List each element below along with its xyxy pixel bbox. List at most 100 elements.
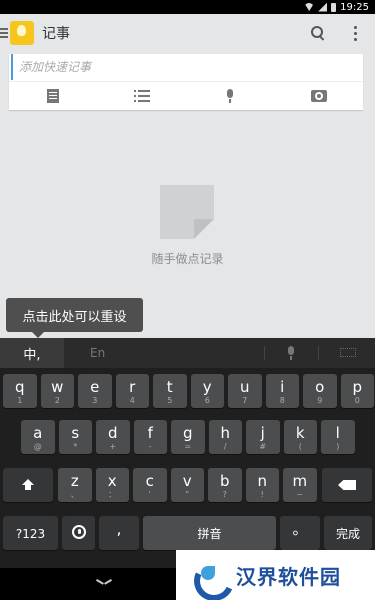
english-mode-key[interactable]: En bbox=[90, 338, 105, 368]
camera-icon bbox=[310, 90, 327, 102]
list-icon bbox=[133, 90, 150, 102]
key-alt-label: ( bbox=[298, 442, 302, 451]
key-label: d bbox=[107, 424, 118, 442]
photo-note-button[interactable] bbox=[275, 82, 364, 110]
key-alt-label: ' bbox=[148, 490, 151, 499]
symbols-key[interactable]: ?123 bbox=[3, 516, 58, 550]
backspace-key[interactable] bbox=[322, 468, 372, 502]
key-alt-label: 7 bbox=[242, 396, 248, 405]
key-s[interactable]: s * bbox=[58, 420, 92, 454]
key-alt-label: 0 bbox=[354, 396, 360, 405]
period-key[interactable]: 。 bbox=[280, 516, 320, 550]
key-q[interactable]: q1 bbox=[3, 374, 37, 408]
key-x[interactable]: x： bbox=[95, 468, 129, 502]
key-alt-label: 3 bbox=[92, 396, 98, 405]
key-label: v bbox=[182, 472, 192, 490]
key-alt-label: ) bbox=[336, 442, 340, 451]
key-label: n bbox=[257, 472, 267, 490]
key-o[interactable]: o9 bbox=[303, 374, 337, 408]
key-label: u bbox=[239, 378, 250, 396]
key-alt-label: ~ bbox=[296, 490, 304, 499]
signal-icon bbox=[318, 2, 328, 12]
shift-key[interactable] bbox=[3, 468, 53, 502]
backspace-icon bbox=[338, 480, 356, 490]
empty-note-icon bbox=[160, 185, 214, 239]
quick-note-card bbox=[9, 54, 365, 110]
keyboard-hide-icon[interactable] bbox=[340, 348, 356, 357]
key-z[interactable]: z、 bbox=[58, 468, 92, 502]
chinese-mode-key[interactable]: 中, bbox=[0, 338, 64, 368]
key-c[interactable]: c ' bbox=[133, 468, 167, 502]
key-a[interactable]: a @ bbox=[21, 420, 55, 454]
key-r[interactable]: r4 bbox=[115, 374, 149, 408]
key-label: o bbox=[315, 378, 325, 396]
key-label: w bbox=[51, 378, 64, 396]
key-label: a bbox=[33, 424, 43, 442]
key-label: f bbox=[147, 424, 153, 442]
text-note-button[interactable] bbox=[9, 82, 98, 110]
key-t[interactable]: t5 bbox=[153, 374, 187, 408]
key-v[interactable]: v " bbox=[170, 468, 204, 502]
status-bar: 19:25 bbox=[0, 0, 375, 14]
divider bbox=[318, 346, 319, 360]
key-e[interactable]: e3 bbox=[78, 374, 112, 408]
quick-note-input[interactable] bbox=[11, 54, 365, 80]
voice-note-button[interactable] bbox=[186, 82, 275, 110]
key-alt-label: * bbox=[73, 442, 78, 451]
key-p[interactable]: p0 bbox=[340, 374, 374, 408]
key-label: g bbox=[182, 424, 193, 442]
key-m[interactable]: m ~ bbox=[283, 468, 317, 502]
key-l[interactable]: l) bbox=[321, 420, 355, 454]
key-alt-label: ? bbox=[222, 490, 227, 499]
globe-icon bbox=[71, 525, 86, 539]
key-alt-label: " bbox=[185, 490, 190, 499]
menu-icon[interactable] bbox=[0, 28, 8, 38]
wifi-icon bbox=[304, 3, 315, 11]
key-label: c bbox=[145, 472, 154, 490]
key-b[interactable]: b? bbox=[208, 468, 242, 502]
done-key[interactable]: 完成 bbox=[324, 516, 372, 550]
key-alt-label: ： bbox=[108, 490, 117, 499]
key-w[interactable]: w2 bbox=[40, 374, 74, 408]
key-label: h bbox=[220, 424, 230, 442]
key-alt-label: = bbox=[184, 442, 192, 451]
key-label: y bbox=[202, 378, 212, 396]
key-d[interactable]: d + bbox=[96, 420, 130, 454]
tooltip-text: 点击此处可以重设 bbox=[22, 309, 127, 325]
key-label: q bbox=[14, 378, 25, 396]
key-alt-label: / bbox=[223, 442, 227, 451]
key-u[interactable]: u7 bbox=[228, 374, 262, 408]
key-alt-label: - bbox=[148, 442, 152, 451]
comma-key[interactable]: , bbox=[99, 516, 139, 550]
key-n[interactable]: n! bbox=[245, 468, 279, 502]
keyboard-top-bar: 中, En bbox=[0, 338, 375, 368]
more-options-icon[interactable] bbox=[347, 22, 363, 44]
list-note-button[interactable] bbox=[98, 82, 187, 110]
key-f[interactable]: f- bbox=[133, 420, 167, 454]
reset-tooltip[interactable]: 点击此处可以重设 bbox=[6, 298, 143, 338]
voice-input-icon[interactable] bbox=[287, 346, 295, 360]
key-k[interactable]: k( bbox=[283, 420, 317, 454]
divider bbox=[264, 346, 265, 360]
note-fold-icon bbox=[194, 219, 214, 239]
key-label: k bbox=[295, 424, 305, 442]
mic-icon bbox=[226, 89, 234, 103]
key-label: 完成 bbox=[335, 527, 360, 541]
key-g[interactable]: g = bbox=[171, 420, 205, 454]
search-icon[interactable] bbox=[307, 22, 329, 44]
language-switch-key[interactable] bbox=[62, 516, 95, 550]
key-alt-label: 9 bbox=[317, 396, 323, 405]
key-j[interactable]: j # bbox=[246, 420, 280, 454]
key-alt-label: 2 bbox=[54, 396, 60, 405]
key-alt-label: # bbox=[259, 442, 267, 451]
keep-logo-icon[interactable] bbox=[10, 21, 34, 45]
space-key[interactable]: 拼音 bbox=[143, 516, 276, 550]
key-h[interactable]: h / bbox=[208, 420, 242, 454]
doc-icon bbox=[47, 89, 60, 103]
key-alt-label: @ bbox=[33, 442, 42, 451]
shift-icon bbox=[22, 479, 34, 491]
watermark-logo bbox=[188, 558, 228, 592]
back-chevron-icon[interactable] bbox=[97, 579, 111, 587]
key-i[interactable]: i8 bbox=[265, 374, 299, 408]
key-y[interactable]: y6 bbox=[190, 374, 224, 408]
